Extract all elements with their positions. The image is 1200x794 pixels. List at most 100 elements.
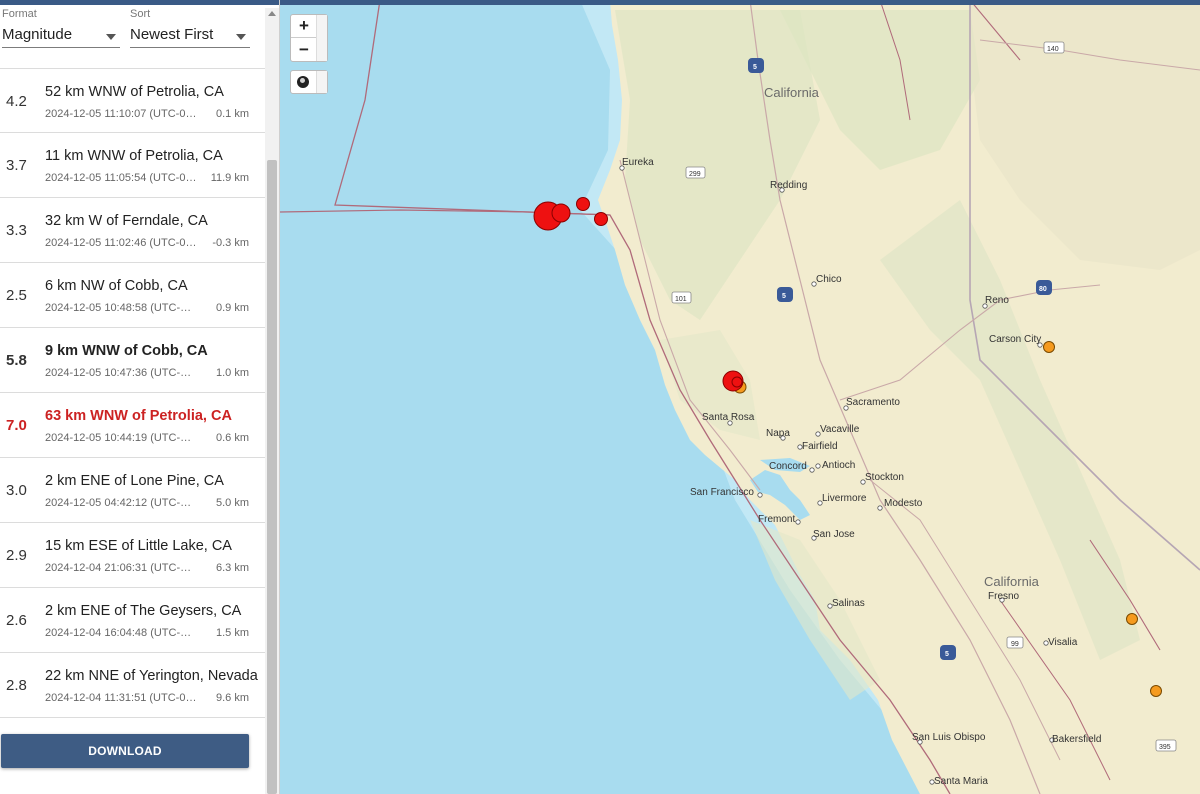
earthquake-marker[interactable] — [1043, 341, 1055, 353]
city-label: San Francisco — [690, 487, 754, 498]
event-magnitude: 3.0 — [6, 482, 27, 499]
event-place: 11 km WNW of Petrolia, CA — [45, 148, 223, 164]
city-label: Salinas — [832, 598, 865, 609]
shield-label: 299 — [689, 171, 701, 178]
earthquake-marker[interactable] — [594, 212, 608, 226]
event-time: 2024-12-05 10:44:19 (UTC-08:00) — [45, 432, 197, 444]
list-item[interactable]: 5.8 9 km WNW of Cobb, CA 2024-12-05 10:4… — [0, 328, 265, 393]
event-magnitude: 4.2 — [6, 93, 27, 110]
sort-dropdown[interactable]: Newest First — [130, 22, 250, 48]
list-item[interactable]: 2.5 6 km NW of Cobb, CA 2024-12-05 10:48… — [0, 263, 265, 328]
event-depth: 6.3 km — [215, 562, 249, 574]
event-magnitude: 2.6 — [6, 612, 27, 629]
list-item[interactable]: 4.2 52 km WNW of Petrolia, CA 2024-12-05… — [0, 68, 265, 133]
event-magnitude: 2.5 — [6, 287, 27, 304]
earthquake-marker[interactable] — [551, 203, 571, 223]
shield-label: 99 — [1011, 641, 1019, 648]
basemap-toggle[interactable] — [290, 70, 328, 94]
chevron-down-icon[interactable] — [236, 34, 246, 40]
event-time: 2024-12-05 04:42:12 (UTC-08:00) — [45, 497, 197, 509]
list-item[interactable]: 7.0 63 km WNW of Petrolia, CA 2024-12-05… — [0, 393, 265, 458]
event-time: 2024-12-05 10:48:58 (UTC-08:00) — [45, 302, 197, 314]
city-label: Eureka — [622, 157, 654, 168]
event-magnitude: 3.7 — [6, 157, 27, 174]
earthquake-marker[interactable] — [1126, 613, 1138, 625]
download-button[interactable]: DOWNLOAD — [1, 734, 249, 768]
shield-label: 5 — [753, 64, 757, 71]
city-label: Chico — [816, 274, 842, 285]
zoom-scroll[interactable] — [316, 15, 327, 61]
city-label: Redding — [770, 180, 807, 191]
scroll-up-icon[interactable] — [268, 11, 276, 16]
event-time: 2024-12-04 11:31:51 (UTC-08:00) — [45, 692, 197, 704]
event-depth: 0.1 km — [215, 108, 249, 120]
event-depth: 0.6 km — [215, 432, 249, 444]
city-label: Carson City — [989, 334, 1041, 345]
event-place: 6 km NW of Cobb, CA — [45, 278, 188, 294]
zoom-in-button[interactable]: + — [291, 15, 317, 38]
event-depth: 1.5 km — [215, 627, 249, 639]
format-select[interactable]: Format Magnitude — [2, 8, 120, 48]
format-value: Magnitude — [2, 26, 73, 43]
panel-top-border — [0, 0, 279, 5]
event-place: 15 km ESE of Little Lake, CA — [45, 538, 232, 554]
city-label: Modesto — [884, 498, 923, 509]
city-label: Antioch — [822, 460, 855, 471]
event-magnitude: 2.9 — [6, 547, 27, 564]
list-item[interactable]: 3.7 11 km WNW of Petrolia, CA 2024-12-05… — [0, 133, 265, 198]
chevron-down-icon[interactable] — [106, 34, 116, 40]
list-scrollbar[interactable] — [265, 8, 279, 794]
event-place: 2 km ENE of The Geysers, CA — [45, 603, 242, 619]
zoom-out-button[interactable]: − — [291, 39, 317, 62]
event-place: 9 km WNW of Cobb, CA — [45, 343, 208, 359]
event-place: 63 km WNW of Petrolia, CA — [45, 408, 232, 424]
event-depth: -0.3 km — [212, 237, 249, 249]
city-label: Fresno — [988, 591, 1020, 602]
city-label: San Jose — [813, 529, 855, 540]
city-label: Livermore — [822, 493, 867, 504]
event-magnitude: 3.3 — [6, 222, 27, 239]
sort-select[interactable]: Sort Newest First — [130, 8, 250, 48]
earthquake-marker[interactable] — [731, 376, 743, 388]
event-time: 2024-12-04 16:04:48 (UTC-08:00) — [45, 627, 197, 639]
city-label: Bakersfield — [1052, 734, 1101, 745]
basemap-scroll[interactable] — [316, 71, 327, 93]
city-label: Visalia — [1048, 637, 1078, 648]
list-item[interactable]: 2.6 2 km ENE of The Geysers, CA 2024-12-… — [0, 588, 265, 653]
city-label: Vacaville — [820, 424, 860, 435]
event-time: 2024-12-04 21:06:31 (UTC-08:00) — [45, 562, 197, 574]
event-place: 32 km W of Ferndale, CA — [45, 213, 208, 229]
shield-label: 5 — [945, 651, 949, 658]
event-magnitude: 5.8 — [6, 352, 27, 369]
basemap: California California Eureka Redding Chi… — [280, 0, 1200, 794]
shield-label: 395 — [1159, 744, 1171, 751]
city-label: Fairfield — [802, 441, 838, 452]
region-label: California — [764, 85, 820, 100]
event-place: 2 km ENE of Lone Pine, CA — [45, 473, 224, 489]
globe-icon[interactable] — [297, 76, 309, 88]
event-depth: 0.9 km — [215, 302, 249, 314]
event-time: 2024-12-05 11:10:07 (UTC-08:00) — [45, 108, 197, 120]
earthquake-marker[interactable] — [576, 197, 590, 211]
map-top-border — [280, 0, 1200, 5]
scrollbar-thumb[interactable] — [267, 160, 277, 794]
shield-label: 140 — [1047, 46, 1059, 53]
event-depth: 11.9 km — [210, 172, 249, 184]
city-label: Stockton — [865, 472, 904, 483]
list-item[interactable]: 3.3 32 km W of Ferndale, CA 2024-12-05 1… — [0, 198, 265, 263]
sort-label: Sort — [130, 8, 151, 20]
city-label: Concord — [769, 461, 807, 472]
list-item[interactable]: 2.9 15 km ESE of Little Lake, CA 2024-12… — [0, 523, 265, 588]
city-label: Napa — [766, 428, 790, 439]
city-label: Santa Maria — [934, 776, 988, 787]
list-item[interactable]: 3.0 2 km ENE of Lone Pine, CA 2024-12-05… — [0, 458, 265, 523]
zoom-control[interactable]: + − — [290, 14, 328, 62]
event-time: 2024-12-05 10:47:36 (UTC-08:00) — [45, 367, 197, 379]
map-view[interactable]: California California Eureka Redding Chi… — [280, 0, 1200, 794]
list-item[interactable]: 2.8 22 km NNE of Yerington, Nevada 2024-… — [0, 653, 265, 718]
event-time: 2024-12-05 11:02:46 (UTC-08:00) — [45, 237, 197, 249]
earthquake-list: 4.2 52 km WNW of Petrolia, CA 2024-12-05… — [0, 68, 265, 718]
city-label: Sacramento — [846, 397, 900, 408]
format-dropdown[interactable]: Magnitude — [2, 22, 120, 48]
earthquake-marker[interactable] — [1150, 685, 1162, 697]
